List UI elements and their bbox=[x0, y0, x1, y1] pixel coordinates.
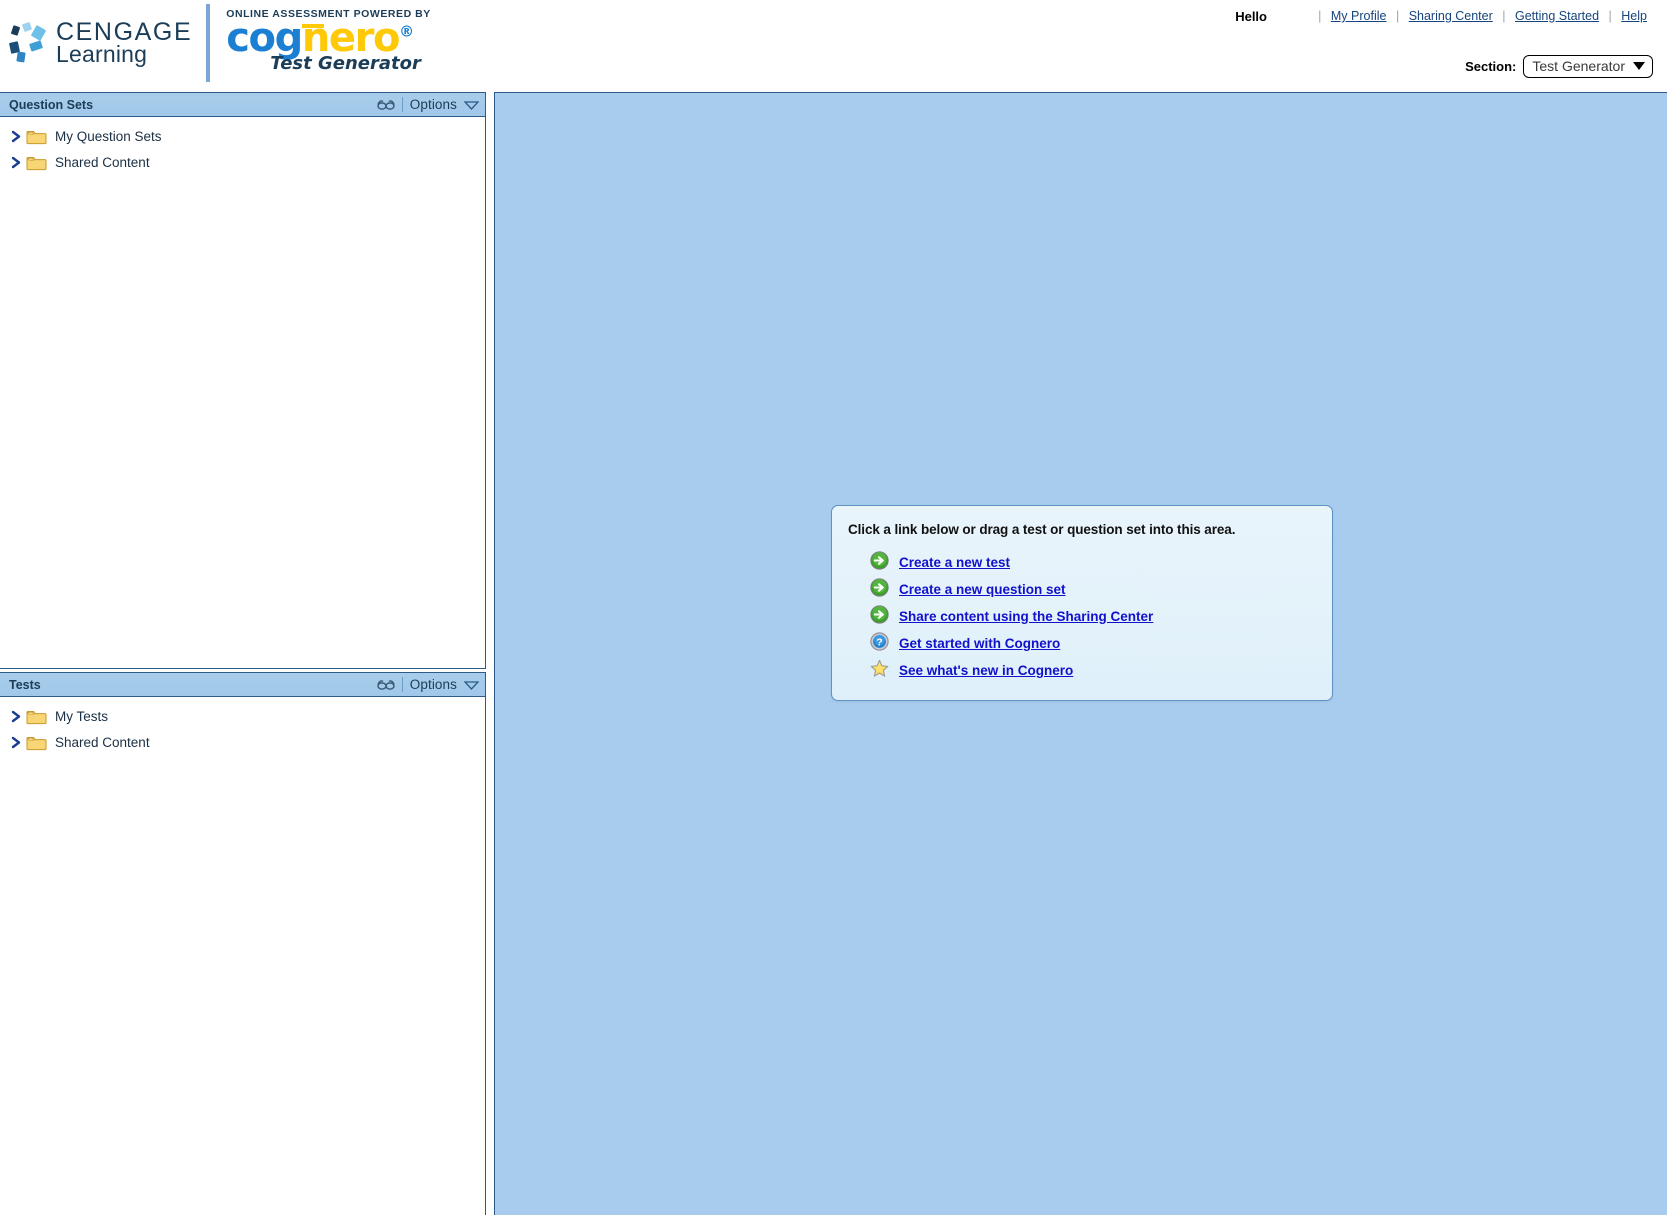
tree-item-shared-content-questions[interactable]: Shared Content bbox=[0, 149, 485, 175]
tree-item-label: Shared Content bbox=[55, 155, 150, 170]
panel-tool-divider bbox=[402, 677, 403, 692]
header-link-separator-3: | bbox=[1609, 9, 1612, 23]
chevron-down-icon[interactable] bbox=[464, 680, 479, 690]
start-link-label[interactable]: Create a new question set bbox=[899, 582, 1066, 597]
panel-tool-divider bbox=[402, 97, 403, 112]
start-box-instruction: Click a link below or drag a test or que… bbox=[848, 522, 1314, 537]
glasses-icon[interactable] bbox=[377, 99, 395, 111]
blue-question-icon: ? bbox=[870, 632, 892, 656]
app-body: Question Sets Options bbox=[0, 90, 1667, 1215]
section-dropdown-value: Test Generator bbox=[1532, 58, 1625, 74]
svg-text:?: ? bbox=[876, 636, 882, 648]
header-links: | My Profile | Sharing Center | Getting … bbox=[1318, 9, 1653, 23]
cognero-logo: ONLINE ASSESSMENT POWERED BY cognero® Te… bbox=[210, 8, 431, 74]
header-link-separator-1: | bbox=[1396, 9, 1399, 23]
start-link-create-new-test[interactable]: Create a new test bbox=[848, 549, 1314, 576]
tree-item-label: My Tests bbox=[55, 709, 108, 724]
header-link-separator-2: | bbox=[1502, 9, 1505, 23]
tree-item-my-question-sets[interactable]: My Question Sets bbox=[0, 123, 485, 149]
cengage-logo: CENGAGE Learning bbox=[8, 20, 206, 67]
start-link-create-new-question-set[interactable]: Create a new question set bbox=[848, 576, 1314, 603]
green-arrow-icon bbox=[870, 578, 892, 602]
getting-started-link[interactable]: Getting Started bbox=[1515, 9, 1599, 23]
chevron-down-icon[interactable] bbox=[464, 100, 479, 110]
cognero-registered-mark: ® bbox=[399, 23, 414, 41]
tree-item-label: My Question Sets bbox=[55, 129, 162, 144]
tree-item-my-tests[interactable]: My Tests bbox=[0, 703, 485, 729]
my-profile-link[interactable]: My Profile bbox=[1331, 9, 1387, 23]
header-link-separator-0: | bbox=[1318, 9, 1321, 23]
workspace-drop-area[interactable]: Click a link below or drag a test or que… bbox=[494, 92, 1667, 1215]
chevron-right-icon[interactable] bbox=[6, 736, 26, 749]
start-link-get-started[interactable]: ? Get started with Cognero bbox=[848, 630, 1314, 657]
brand-lockup: CENGAGE Learning ONLINE ASSESSMENT POWER… bbox=[8, 4, 431, 82]
question-sets-panel-title: Question Sets bbox=[9, 98, 377, 112]
tree-item-shared-content-tests[interactable]: Shared Content bbox=[0, 729, 485, 755]
section-selector-row: Section: Test Generator bbox=[1465, 55, 1653, 78]
chevron-right-icon[interactable] bbox=[6, 130, 26, 143]
question-sets-panel: Question Sets Options bbox=[0, 92, 486, 669]
start-link-whats-new[interactable]: See what's new in Cognero bbox=[848, 657, 1314, 684]
question-sets-tree: My Question Sets Shared Content bbox=[0, 117, 485, 175]
start-link-label[interactable]: Get started with Cognero bbox=[899, 636, 1060, 651]
glasses-icon[interactable] bbox=[377, 679, 395, 691]
folder-icon bbox=[26, 154, 55, 171]
cognero-macron bbox=[302, 24, 324, 28]
start-link-label[interactable]: See what's new in Cognero bbox=[899, 663, 1073, 678]
cognero-word-b: nero bbox=[302, 15, 399, 61]
chevron-right-icon[interactable] bbox=[6, 156, 26, 169]
chevron-down-icon bbox=[1633, 62, 1645, 70]
sharing-center-link[interactable]: Sharing Center bbox=[1409, 9, 1493, 23]
tests-panel: Tests Options bbox=[0, 672, 486, 1215]
folder-icon bbox=[26, 128, 55, 145]
tests-panel-title: Tests bbox=[9, 678, 377, 692]
start-link-label[interactable]: Create a new test bbox=[899, 555, 1010, 570]
app-header: CENGAGE Learning ONLINE ASSESSMENT POWER… bbox=[0, 0, 1667, 90]
tests-panel-tools: Options bbox=[377, 677, 479, 692]
green-arrow-icon bbox=[870, 605, 892, 629]
tests-options-button[interactable]: Options bbox=[410, 677, 457, 692]
start-here-box: Click a link below or drag a test or que… bbox=[831, 505, 1333, 701]
question-sets-panel-tools: Options bbox=[377, 97, 479, 112]
chevron-right-icon[interactable] bbox=[6, 710, 26, 723]
section-label: Section: bbox=[1465, 59, 1516, 74]
folder-icon bbox=[26, 708, 55, 725]
tests-tree: My Tests Shared Content bbox=[0, 697, 485, 755]
folder-icon bbox=[26, 734, 55, 751]
question-sets-options-button[interactable]: Options bbox=[410, 97, 457, 112]
start-link-share-content[interactable]: Share content using the Sharing Center bbox=[848, 603, 1314, 630]
green-arrow-icon bbox=[870, 551, 892, 575]
cengage-wordmark: CENGAGE Learning bbox=[56, 20, 192, 67]
question-sets-panel-header: Question Sets Options bbox=[0, 93, 485, 117]
cengage-wordmark-line2: Learning bbox=[56, 43, 192, 66]
cengage-mark-icon bbox=[8, 22, 50, 64]
yellow-star-icon bbox=[870, 659, 892, 683]
tests-panel-header: Tests Options bbox=[0, 673, 485, 697]
help-link[interactable]: Help bbox=[1621, 9, 1647, 23]
start-link-label[interactable]: Share content using the Sharing Center bbox=[899, 609, 1153, 624]
tree-item-label: Shared Content bbox=[55, 735, 150, 750]
greeting-text: Hello bbox=[1235, 9, 1267, 24]
cognero-wordmark: cognero® bbox=[226, 21, 431, 56]
section-dropdown[interactable]: Test Generator bbox=[1523, 55, 1653, 78]
